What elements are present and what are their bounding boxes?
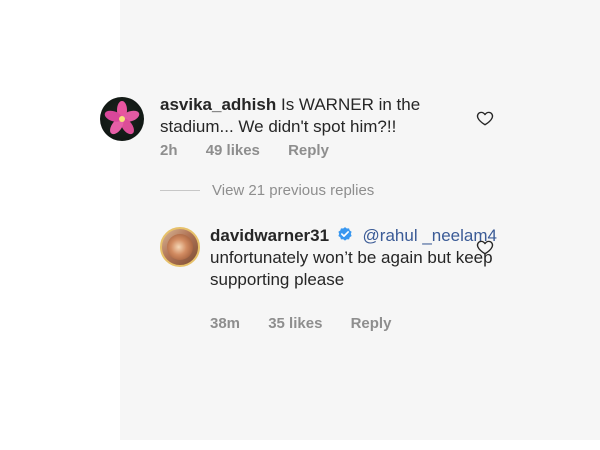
flower-icon xyxy=(104,101,140,135)
reply-text: unfortunately won’t be again but keep su… xyxy=(210,248,493,289)
comments-panel-background xyxy=(120,0,600,440)
comment-body: asvika_adhish Is WARNER in the stadium..… xyxy=(160,94,480,138)
profile-photo-icon xyxy=(167,234,193,260)
comment-time: 2h xyxy=(160,142,178,159)
reply-time: 38m xyxy=(210,315,241,332)
heart-outline-icon[interactable] xyxy=(476,238,494,256)
thread-divider-line xyxy=(160,190,200,191)
user-avatar-davidwarner31[interactable] xyxy=(160,227,200,267)
reply-likes[interactable]: 35 likes xyxy=(268,315,322,332)
view-previous-replies[interactable]: View 21 previous replies xyxy=(160,182,374,199)
view-replies-label[interactable]: View 21 previous replies xyxy=(212,182,374,199)
reply-reply-button[interactable]: Reply xyxy=(351,315,392,332)
comment-reply-button[interactable]: Reply xyxy=(288,142,329,159)
reply-body: davidwarner31 @rahul _neelam4 unfortunat… xyxy=(210,225,510,291)
user-avatar-asvika[interactable] xyxy=(100,97,144,141)
reply-username[interactable]: davidwarner31 xyxy=(210,226,329,245)
heart-outline-icon[interactable] xyxy=(476,109,494,127)
comment-username[interactable]: asvika_adhish xyxy=(160,95,276,114)
comment-likes[interactable]: 49 likes xyxy=(206,142,260,159)
verified-badge-icon xyxy=(338,227,352,241)
reply-meta: 38m 35 likes Reply xyxy=(210,315,415,332)
comment-meta: 2h 49 likes Reply xyxy=(160,142,353,159)
